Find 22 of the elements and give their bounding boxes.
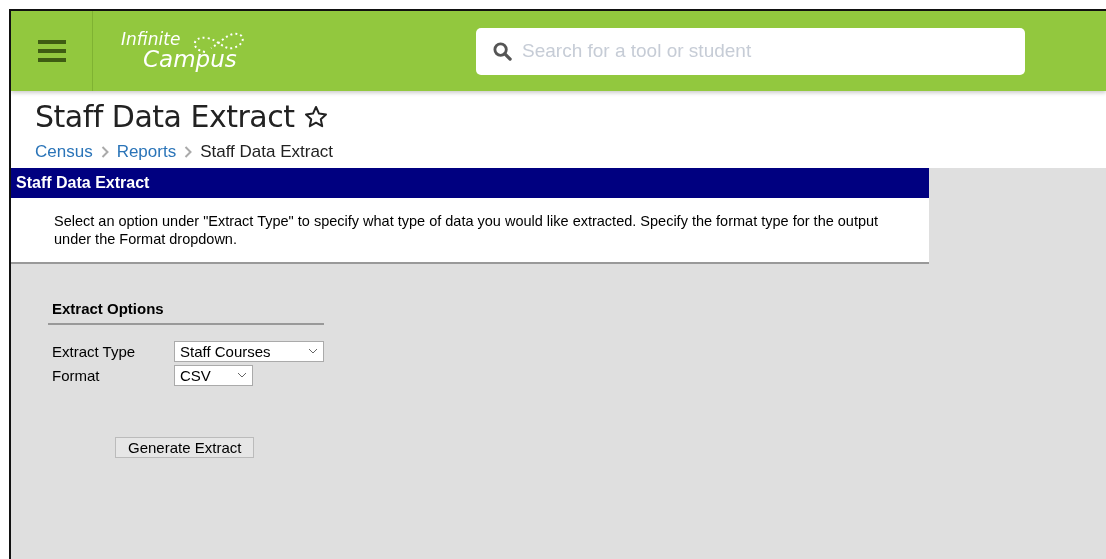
field-label: Format xyxy=(51,366,101,384)
dropdown[interactable]: Staff Courses xyxy=(174,340,324,362)
breadcrumb-link[interactable]: Census xyxy=(35,142,93,162)
generate-button[interactable]: Generate Extract xyxy=(115,437,255,459)
section-title: Extract Options xyxy=(48,300,324,326)
breadcrumb-current: Staff Data Extract xyxy=(200,142,334,162)
menu-icon[interactable] xyxy=(37,40,66,62)
caret-icon xyxy=(237,372,247,379)
field-label: Extract Type xyxy=(51,342,137,360)
logo-text: Campus xyxy=(143,48,237,71)
logo-text: Infinite xyxy=(121,31,182,48)
search-icon xyxy=(493,41,512,61)
page-title: Staff Data Extract xyxy=(35,99,295,134)
panel-title: Staff Data Extract xyxy=(11,168,929,198)
caret-icon xyxy=(308,348,318,355)
breadcrumb-link[interactable]: Reports xyxy=(116,142,177,162)
search-field[interactable]: Search for a tool or student xyxy=(476,27,1025,75)
description: Select an option under "Extract Type" to specify what type of data you would like extracted. Specify the format type for the output under the Format dropdown. xyxy=(53,212,880,250)
chevron-icon xyxy=(100,146,109,158)
dropdown[interactable]: CSV xyxy=(174,364,253,386)
chevron-icon xyxy=(184,146,193,158)
star-icon[interactable] xyxy=(304,104,329,129)
